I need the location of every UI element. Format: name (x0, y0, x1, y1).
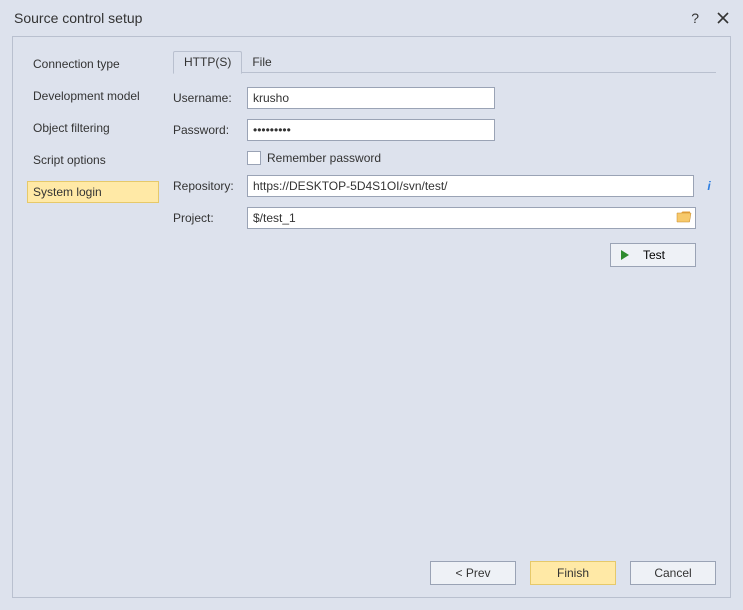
main-panel: Connection type Development model Object… (12, 36, 731, 598)
username-label: Username: (173, 91, 247, 105)
titlebar: Source control setup ? (0, 0, 743, 36)
info-icon[interactable]: i (702, 179, 716, 193)
test-button-label: Test (643, 248, 665, 262)
folder-icon[interactable] (676, 210, 692, 227)
tab-file[interactable]: File (242, 52, 281, 73)
sidebar-item-system-login[interactable]: System login (27, 181, 159, 203)
repository-label: Repository: (173, 179, 247, 193)
play-icon (621, 250, 629, 260)
sidebar-item-connection-type[interactable]: Connection type (27, 53, 159, 75)
project-label: Project: (173, 211, 247, 225)
sidebar-item-development-model[interactable]: Development model (27, 85, 159, 107)
dialog-title: Source control setup (14, 10, 691, 26)
help-icon[interactable]: ? (691, 11, 699, 25)
cancel-button[interactable]: Cancel (630, 561, 716, 585)
username-input[interactable] (247, 87, 495, 109)
form-area: Username: Password: Remember password Re… (173, 73, 716, 267)
remember-password-checkbox[interactable] (247, 151, 261, 165)
repository-input[interactable] (247, 175, 694, 197)
button-bar: < Prev Finish Cancel (13, 549, 730, 597)
wizard-sidebar: Connection type Development model Object… (27, 51, 159, 549)
close-icon[interactable] (717, 12, 729, 24)
password-label: Password: (173, 123, 247, 137)
prev-button[interactable]: < Prev (430, 561, 516, 585)
sidebar-item-object-filtering[interactable]: Object filtering (27, 117, 159, 139)
finish-button[interactable]: Finish (530, 561, 616, 585)
project-input[interactable] (247, 207, 696, 229)
tabs: HTTP(S) File (173, 51, 716, 73)
test-button[interactable]: Test (610, 243, 696, 267)
tab-https[interactable]: HTTP(S) (173, 51, 242, 74)
dialog-window: Source control setup ? Connection type D… (0, 0, 743, 610)
sidebar-item-script-options[interactable]: Script options (27, 149, 159, 171)
remember-password-label: Remember password (267, 151, 381, 165)
password-input[interactable] (247, 119, 495, 141)
